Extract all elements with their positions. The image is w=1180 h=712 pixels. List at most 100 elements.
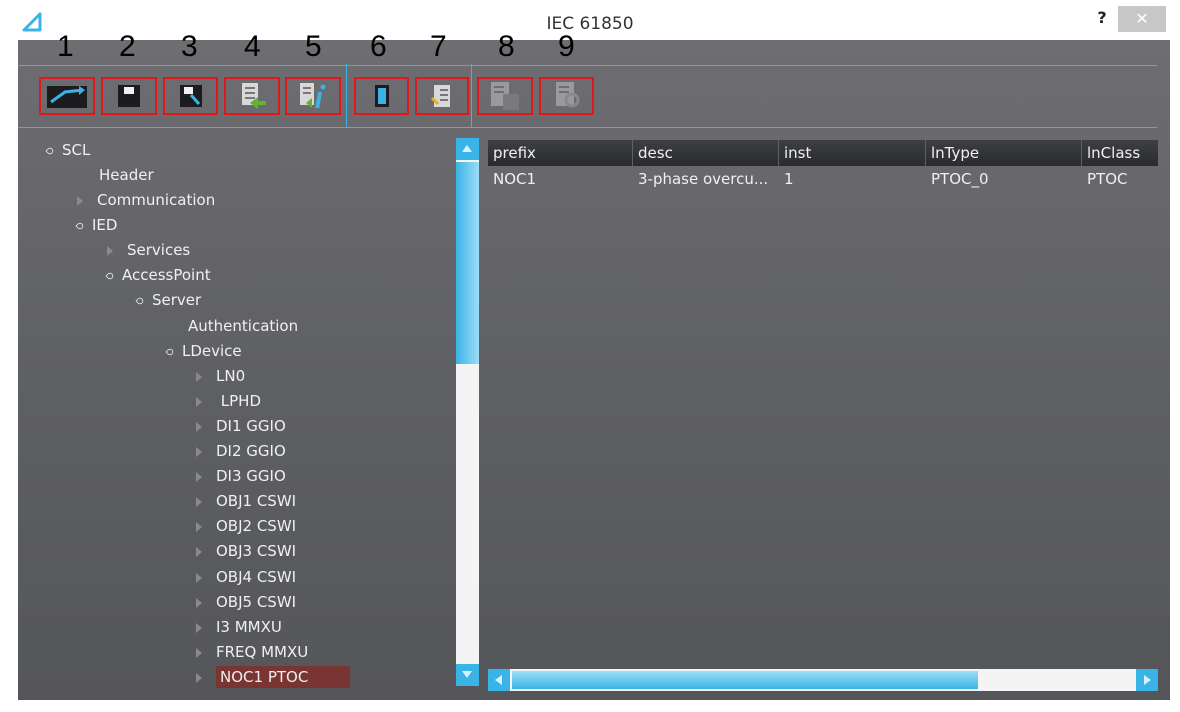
toolbar-number-label: 5: [305, 30, 322, 63]
expanded-icon[interactable]: [75, 220, 85, 231]
save-as-button[interactable]: [163, 77, 218, 115]
edit-list-icon: [430, 85, 450, 107]
toolbar-separator: [471, 64, 472, 128]
save-as-icon: [179, 85, 202, 107]
edit-list-button[interactable]: [415, 77, 469, 115]
tree-node-lphd[interactable]: LPHD: [196, 389, 261, 413]
toolbar-number-label: 4: [244, 30, 261, 63]
tree-node-ldevice[interactable]: LDevice: [165, 339, 242, 363]
expanded-icon[interactable]: [165, 346, 175, 357]
table-cell: 3-phase overcu...: [638, 170, 769, 188]
toolbar-bottom-divider: [18, 127, 1157, 128]
collapsed-icon[interactable]: [196, 421, 202, 432]
tree-node-communication[interactable]: Communication: [77, 188, 215, 212]
collapsed-icon[interactable]: [107, 245, 113, 256]
toolbar-number-label: 7: [430, 30, 447, 63]
search-button[interactable]: [539, 77, 594, 115]
window-title: IEC 61850: [546, 14, 634, 34]
tree-node-ied[interactable]: IED: [75, 213, 117, 237]
tree-node-obj2-cswi[interactable]: OBJ2 CSWI: [196, 514, 296, 538]
import-button[interactable]: [224, 77, 280, 115]
table-cell: PTOC: [1087, 170, 1128, 188]
table-header: prefix desc inst lnType lnClass: [488, 140, 1158, 166]
save-icon: [118, 85, 140, 107]
list-info-icon: [300, 83, 326, 108]
scroll-left-arrow-icon[interactable]: [488, 669, 510, 691]
toolbar-number-label: 8: [498, 30, 515, 63]
list-info-button[interactable]: [285, 77, 341, 115]
collapsed-icon[interactable]: [196, 647, 202, 658]
scroll-right-arrow-icon[interactable]: [1136, 669, 1158, 691]
collapsed-icon[interactable]: [196, 597, 202, 608]
column-header-lntype[interactable]: lnType: [926, 140, 1082, 166]
toolbar-number-label: 1: [57, 30, 74, 63]
collapsed-icon[interactable]: [196, 371, 202, 382]
search-disabled-icon: [555, 82, 579, 108]
expanded-icon[interactable]: [45, 145, 55, 156]
tree-node-di2-ggio[interactable]: DI2 GGIO: [196, 439, 286, 463]
tree-node-accesspoint[interactable]: AccessPoint: [105, 263, 211, 287]
tree-node-services[interactable]: Services: [107, 238, 190, 262]
close-button[interactable]: ✕: [1118, 6, 1166, 32]
title-bar: IEC 61850 ? ✕: [0, 0, 1180, 40]
toolbar-number-label: 9: [558, 30, 575, 63]
tree-node-noc1-ptoc[interactable]: NOC1 PTOC: [196, 665, 351, 689]
column-header-inst[interactable]: inst: [779, 140, 926, 166]
collapsed-icon[interactable]: [196, 622, 202, 633]
expanded-icon[interactable]: [105, 270, 115, 281]
save-button[interactable]: [101, 77, 157, 115]
scroll-up-arrow-icon[interactable]: [456, 138, 479, 160]
table-horizontal-scrollbar[interactable]: [488, 669, 1158, 691]
scrollbar-thumb[interactable]: [456, 162, 479, 364]
help-button[interactable]: ?: [1087, 8, 1117, 32]
toolbar-number-label: 6: [370, 30, 387, 63]
properties-table: prefix desc inst lnType lnClass NOC1 3-p…: [488, 140, 1158, 670]
copy-disabled-icon: [491, 82, 519, 110]
table-cell: NOC1: [493, 170, 537, 188]
column-header-prefix[interactable]: prefix: [488, 140, 633, 166]
device-button[interactable]: [354, 77, 409, 115]
collapsed-icon[interactable]: [196, 446, 202, 457]
collapsed-icon[interactable]: [196, 572, 202, 583]
toolbar-top-divider: [18, 65, 1157, 66]
collapsed-icon[interactable]: [77, 195, 83, 206]
tree-node-authentication[interactable]: Authentication: [188, 314, 298, 338]
table-row[interactable]: NOC1 3-phase overcu... 1 PTOC_0 PTOC: [488, 167, 1158, 191]
tree-node-obj5-cswi[interactable]: OBJ5 CSWI: [196, 590, 296, 614]
tree-node-i3-mmxu[interactable]: I3 MMXU: [196, 615, 282, 639]
toolbar-number-label: 2: [119, 30, 136, 63]
tree-node-obj3-cswi[interactable]: OBJ3 CSWI: [196, 539, 296, 563]
table-cell: 1: [784, 170, 794, 188]
open-file-button[interactable]: [39, 77, 95, 115]
column-header-lnclass[interactable]: lnClass: [1082, 140, 1158, 166]
tree-node-obj1-cswi[interactable]: OBJ1 CSWI: [196, 489, 296, 513]
scroll-down-arrow-icon[interactable]: [456, 664, 479, 686]
table-cell: PTOC_0: [931, 170, 989, 188]
tree-node-server[interactable]: Server: [135, 288, 201, 312]
collapsed-icon[interactable]: [196, 396, 202, 407]
import-list-icon: [242, 83, 266, 109]
tree-node-di1-ggio[interactable]: DI1 GGIO: [196, 414, 286, 438]
tree-vertical-scrollbar[interactable]: [456, 138, 479, 686]
tree-node-freq-mmxu[interactable]: FREQ MMXU: [196, 640, 308, 664]
scrollbar-thumb[interactable]: [512, 671, 978, 689]
scl-tree: SCL Header Communication IED Services Ac…: [20, 138, 454, 693]
tree-node-ln0[interactable]: LN0: [196, 364, 245, 388]
collapsed-icon[interactable]: [196, 546, 202, 557]
copy-button[interactable]: [477, 77, 533, 115]
tree-node-header[interactable]: Header: [99, 163, 154, 187]
toolbar-number-label: 3: [181, 30, 198, 63]
tree-node-scl[interactable]: SCL: [45, 138, 90, 162]
collapsed-icon[interactable]: [196, 672, 202, 683]
app-window: IEC 61850 ? ✕ 1 2 3 4 5 6 7 8 9 SCL Head…: [0, 0, 1180, 712]
column-header-desc[interactable]: desc: [633, 140, 779, 166]
collapsed-icon[interactable]: [196, 496, 202, 507]
tree-node-obj4-cswi[interactable]: OBJ4 CSWI: [196, 565, 296, 589]
open-file-icon: [47, 86, 87, 108]
collapsed-icon[interactable]: [196, 521, 202, 532]
toolbar-separator: [346, 64, 347, 128]
collapsed-icon[interactable]: [196, 471, 202, 482]
tree-node-di3-ggio[interactable]: DI3 GGIO: [196, 464, 286, 488]
device-icon: [374, 85, 389, 107]
expanded-icon[interactable]: [135, 295, 145, 306]
